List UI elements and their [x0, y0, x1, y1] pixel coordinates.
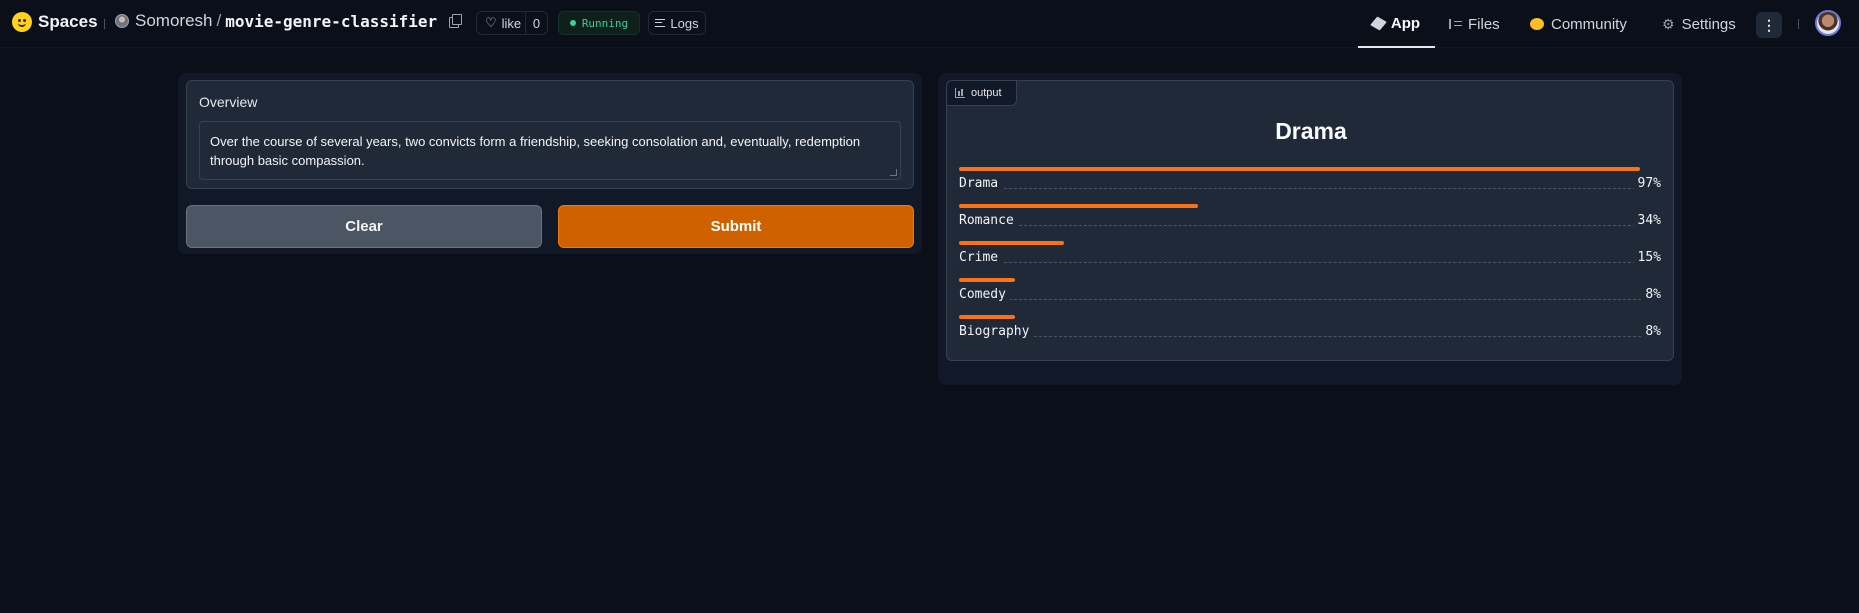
logs-label: Logs	[670, 15, 699, 31]
confidence-label: Crime	[959, 250, 1003, 265]
confidence-value: 97%	[1633, 176, 1661, 191]
bar-chart-icon	[955, 88, 965, 98]
confidence-leader	[959, 336, 1661, 337]
confidence-leader	[959, 225, 1661, 226]
user-avatar[interactable]	[1815, 10, 1841, 36]
confidence-bar	[959, 167, 1640, 171]
more-options-button[interactable]: ⋮	[1756, 12, 1782, 38]
repo-name-link[interactable]: movie-genre-classifier	[225, 12, 437, 31]
confidence-row[interactable]: Biography 8%	[959, 315, 1661, 347]
confidence-row[interactable]: Crime 15%	[959, 241, 1661, 273]
confidence-label: Drama	[959, 176, 1003, 191]
confidence-label: Romance	[959, 213, 1018, 228]
owner-link[interactable]: Somoresh	[135, 11, 212, 31]
copy-icon[interactable]	[449, 14, 463, 28]
owner-avatar	[115, 14, 129, 28]
like-button[interactable]: ♡ like 0	[476, 11, 548, 35]
tab-app[interactable]: App	[1358, 0, 1435, 48]
tab-community[interactable]: Community	[1530, 0, 1627, 48]
confidence-bar	[959, 241, 1064, 245]
heart-icon: ♡	[485, 15, 497, 30]
overview-block: Overview Over the course of several year…	[186, 80, 914, 189]
confidence-bar	[959, 204, 1198, 208]
confidence-value: 34%	[1633, 213, 1661, 228]
overview-label: Overview	[199, 94, 258, 110]
divider	[104, 19, 105, 29]
status-label: Running	[581, 16, 629, 30]
divider	[1798, 19, 1799, 29]
confidence-bar	[959, 315, 1015, 319]
tab-files[interactable]: Files	[1449, 0, 1500, 48]
tab-app-label: App	[1390, 14, 1421, 32]
overview-value: Over the course of several years, two co…	[210, 134, 861, 168]
breadcrumb-separator: /	[216, 11, 222, 30]
community-icon	[1530, 18, 1544, 30]
predicted-label: Drama	[1275, 118, 1347, 144]
more-options-icon: ⋮	[1762, 16, 1776, 33]
tab-community-label: Community	[1551, 15, 1627, 33]
output-tag-label: output	[971, 87, 1002, 99]
spaces-home-link[interactable]: Spaces	[12, 12, 98, 32]
output-panel: output Drama Drama 97% Romance 34% Crime 15% C…	[938, 73, 1682, 385]
cube-icon	[1370, 15, 1387, 31]
confidence-bar	[959, 278, 1015, 282]
confidence-value: 15%	[1633, 250, 1661, 265]
top-bar: Spaces Somoresh / movie-genre-classifier…	[0, 0, 1859, 48]
status-badge[interactable]: Running	[558, 11, 640, 35]
logs-icon	[655, 19, 666, 27]
confidence-value: 8%	[1641, 287, 1661, 302]
overview-textarea[interactable]: Over the course of several years, two co…	[199, 121, 901, 180]
gear-icon: ⚙	[1662, 15, 1675, 32]
logs-button[interactable]: Logs	[648, 11, 706, 35]
brand-label: Spaces	[38, 12, 98, 31]
status-dot-icon	[569, 20, 576, 26]
confidence-row[interactable]: Comedy 8%	[959, 278, 1661, 310]
submit-button[interactable]: Submit	[558, 205, 914, 248]
resize-handle-icon[interactable]	[890, 169, 897, 176]
like-label: like	[501, 15, 522, 31]
label-output-block: output Drama Drama 97% Romance 34% Crime 15% C…	[946, 80, 1674, 361]
tab-settings[interactable]: ⚙ Settings	[1662, 0, 1736, 48]
confidence-leader	[959, 262, 1661, 263]
tab-files-label: Files	[1468, 15, 1500, 33]
hugging-face-logo-icon	[12, 12, 32, 32]
confidence-value: 8%	[1641, 324, 1661, 339]
confidence-row[interactable]: Romance 34%	[959, 204, 1661, 236]
files-icon	[1449, 19, 1462, 29]
confidence-label: Biography	[959, 324, 1034, 339]
confidence-row[interactable]: Drama 97%	[959, 167, 1661, 199]
tab-settings-label: Settings	[1681, 15, 1736, 33]
output-tag: output	[947, 81, 1017, 106]
confidence-leader	[959, 299, 1661, 300]
input-panel: Overview Over the course of several year…	[178, 73, 922, 254]
clear-button[interactable]: Clear	[186, 205, 542, 248]
repo-breadcrumb: Somoresh / movie-genre-classifier	[115, 11, 463, 31]
like-count: 0	[525, 12, 547, 34]
confidence-leader	[959, 188, 1661, 189]
confidence-label: Comedy	[959, 287, 1010, 302]
